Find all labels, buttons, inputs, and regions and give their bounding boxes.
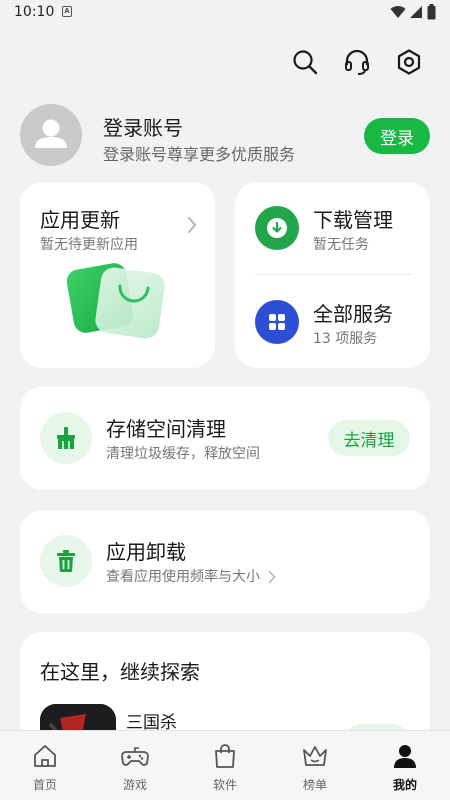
app-update-title: 应用更新	[40, 208, 120, 232]
download-manager-subtitle: 暂无任务	[313, 237, 369, 253]
all-services-title: 全部服务	[313, 302, 393, 326]
crown-icon	[303, 746, 327, 766]
tab-mine[interactable]: 我的	[360, 731, 450, 800]
tab-games[interactable]: 游戏	[90, 731, 180, 800]
all-services-subtitle: 13 项服务	[313, 331, 378, 347]
status-bar: 10:10 A	[0, 0, 450, 26]
tab-rankings[interactable]: 榜单	[270, 731, 360, 800]
notification-icon: A	[62, 6, 72, 17]
update-illustration-icon	[66, 263, 165, 339]
tab-games-label: 游戏	[122, 778, 147, 792]
explore-title: 在这里，继续探索	[40, 660, 200, 684]
tab-mine-label: 我的	[392, 778, 417, 792]
services-card: 下载管理 暂无任务 全部服务 13 项服务	[235, 182, 430, 368]
storage-cleanup-subtitle: 清理垃圾缓存，释放空间	[106, 446, 260, 462]
broom-icon	[40, 412, 92, 464]
chevron-right-icon	[188, 217, 197, 233]
storage-cleanup-card[interactable]: 存储空间清理 清理垃圾缓存，释放空间 去清理	[20, 387, 430, 490]
bottom-tab-bar: 首页 游戏 软件 榜单 我的	[0, 730, 450, 800]
all-services-item[interactable]: 全部服务 13 项服务	[235, 276, 430, 368]
tab-software-label: 软件	[212, 778, 237, 792]
avatar[interactable]	[20, 104, 82, 166]
app-update-subtitle: 暂无待更新应用	[40, 237, 138, 253]
tab-rankings-label: 榜单	[302, 778, 327, 792]
clean-button[interactable]: 去清理	[328, 420, 410, 456]
tab-software[interactable]: 软件	[180, 731, 270, 800]
profile-section[interactable]: 登录账号 登录账号尊享更多优质服务 登录	[20, 104, 430, 168]
app-uninstall-title: 应用卸载	[106, 540, 186, 564]
bag-icon	[215, 744, 235, 768]
app-uninstall-subtitle: 查看应用使用频率与大小	[106, 569, 260, 585]
trash-icon	[40, 535, 92, 587]
download-icon	[255, 206, 299, 250]
chevron-right-icon	[268, 570, 276, 584]
battery-icon	[427, 4, 436, 20]
tab-home[interactable]: 首页	[0, 731, 90, 800]
profile-title: 登录账号	[103, 116, 183, 140]
search-icon	[293, 50, 318, 75]
wifi-icon	[390, 6, 406, 19]
app-uninstall-subtitle-row: 查看应用使用频率与大小	[106, 566, 276, 586]
home-icon	[34, 745, 56, 767]
download-manager-item[interactable]: 下载管理 暂无任务	[235, 182, 430, 274]
status-time: 10:10	[14, 4, 55, 20]
settings-icon	[397, 49, 421, 75]
app-update-card[interactable]: 应用更新 暂无待更新应用	[20, 182, 215, 368]
login-button[interactable]: 登录	[364, 118, 430, 154]
signal-icon	[410, 6, 422, 18]
search-button[interactable]	[289, 46, 321, 78]
settings-button[interactable]	[393, 46, 425, 78]
person-icon	[394, 745, 416, 768]
tab-home-label: 首页	[32, 778, 57, 792]
app-uninstall-card[interactable]: 应用卸载 查看应用使用频率与大小	[20, 510, 430, 613]
person-placeholder-icon	[35, 119, 67, 148]
headset-icon	[345, 49, 369, 75]
customer-service-button[interactable]	[341, 46, 373, 78]
storage-cleanup-title: 存储空间清理	[106, 417, 226, 441]
grid-icon	[255, 300, 299, 344]
profile-subtitle: 登录账号尊享更多优质服务	[103, 145, 296, 164]
divider	[255, 274, 413, 275]
gamepad-icon	[121, 747, 149, 766]
download-manager-title: 下载管理	[313, 208, 393, 232]
